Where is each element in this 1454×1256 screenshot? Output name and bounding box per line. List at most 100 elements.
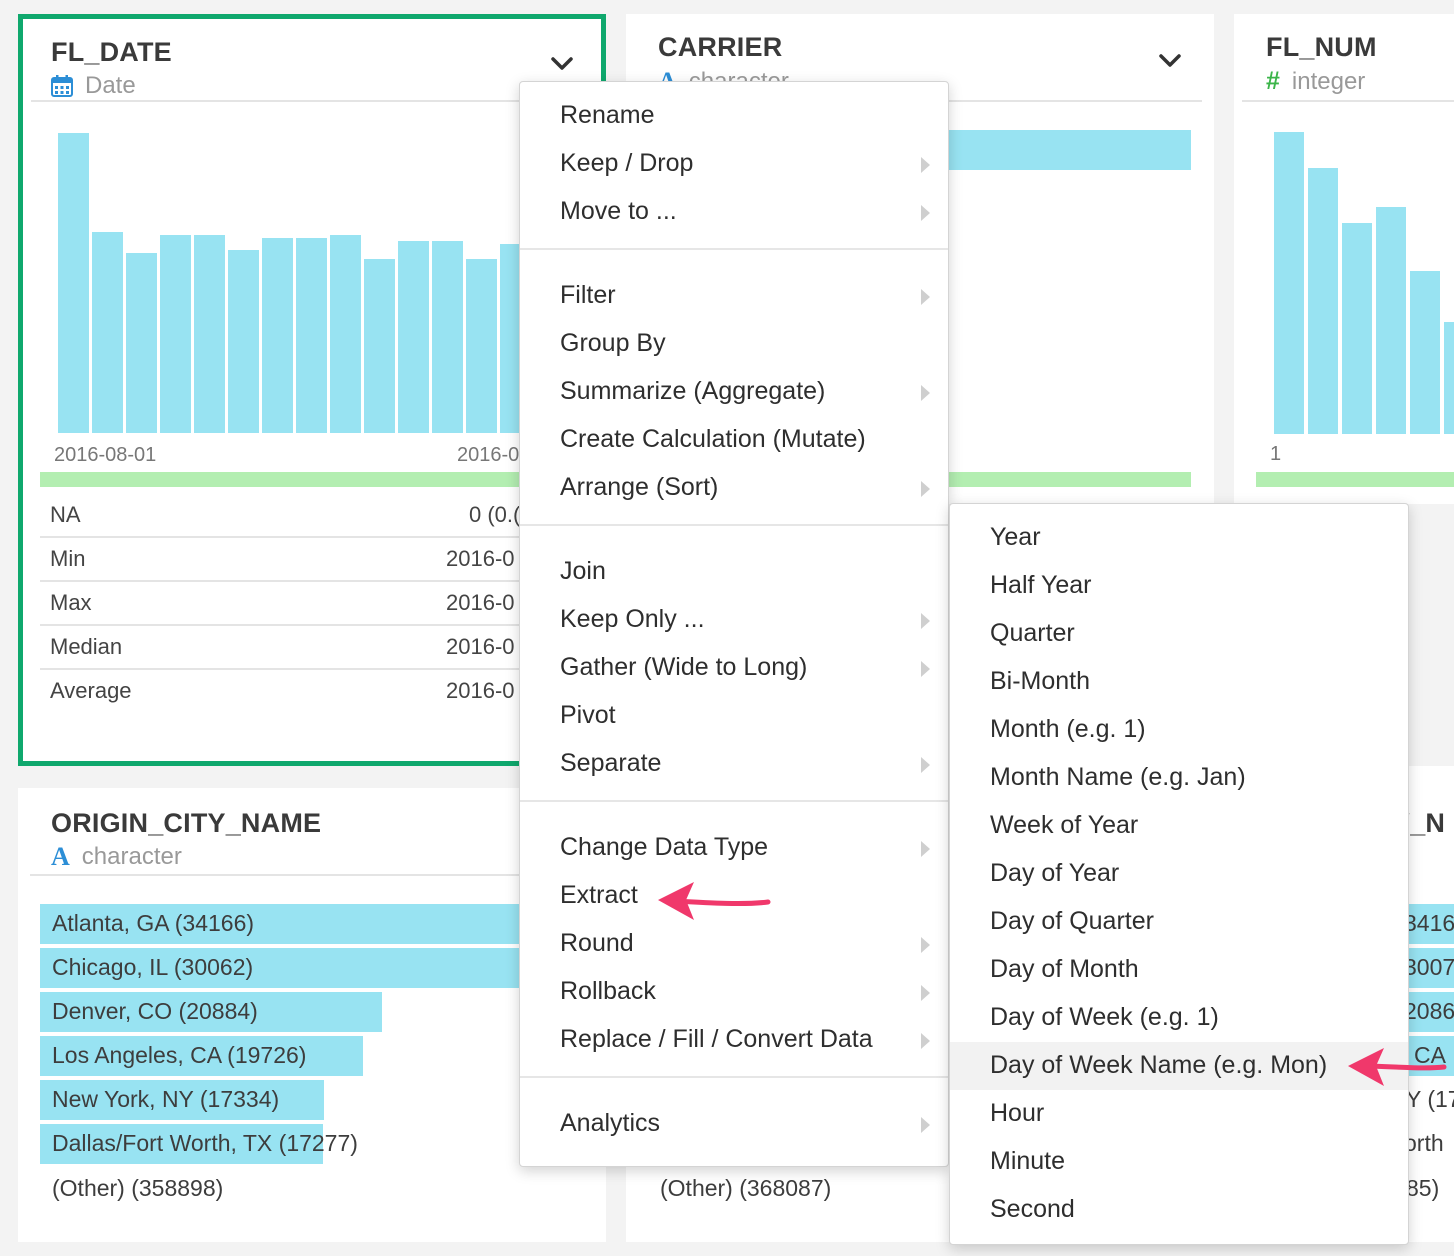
menu-item-label: Pivot xyxy=(560,701,616,729)
menu-separator xyxy=(520,1076,948,1078)
other-count-label: (Other) (368087) xyxy=(660,1175,832,1201)
stat-row: Average 2016-0 xyxy=(40,670,601,714)
extract-item-month-e-g-1[interactable]: Month (e.g. 1) xyxy=(950,706,1408,754)
menu-separator xyxy=(520,248,948,250)
stat-row: Median 2016-0 xyxy=(40,626,601,670)
value-label: Denver, CO (20884) xyxy=(52,998,258,1024)
menu-item-label: Summarize (Aggregate) xyxy=(560,377,826,405)
menu-item-filter[interactable]: Filter xyxy=(520,272,948,320)
submenu-arrow-icon xyxy=(921,205,930,221)
menu-item-analytics[interactable]: Analytics xyxy=(520,1100,948,1148)
stat-value: 2016-0 xyxy=(446,590,515,615)
menu-item-label: Minute xyxy=(990,1147,1066,1175)
menu-item-label: Group By xyxy=(560,329,666,357)
stat-label: Max xyxy=(50,590,92,615)
extract-item-half-year[interactable]: Half Year xyxy=(950,562,1408,610)
menu-item-label: Create Calculation (Mutate) xyxy=(560,425,866,453)
extract-item-minute[interactable]: Minute xyxy=(950,1138,1408,1186)
menu-item-label: Month Name (e.g. Jan) xyxy=(990,763,1246,791)
extract-item-day-of-month[interactable]: Day of Month xyxy=(950,946,1408,994)
menu-item-rollback[interactable]: Rollback xyxy=(520,968,948,1016)
extract-item-month-name-e-g-jan[interactable]: Month Name (e.g. Jan) xyxy=(950,754,1408,802)
extract-item-day-of-year[interactable]: Day of Year xyxy=(950,850,1408,898)
other-count-label: (Other) (358898) xyxy=(52,1175,224,1201)
other-count-label: 85) xyxy=(1406,1175,1440,1201)
chevron-down-icon[interactable] xyxy=(1157,48,1183,74)
menu-item-label: Keep Only ... xyxy=(560,605,705,633)
stat-value: 2016-0 xyxy=(446,634,515,659)
chevron-down-icon[interactable] xyxy=(549,51,575,77)
axis-start-label: 2016-08-01 xyxy=(54,444,157,466)
histogram-bar xyxy=(194,235,225,433)
menu-item-label: Change Data Type xyxy=(560,833,769,861)
na-indicator-bar xyxy=(1256,472,1454,487)
menu-item-rename[interactable]: Rename xyxy=(520,92,948,140)
histogram-bar xyxy=(296,238,327,433)
submenu-arrow-icon xyxy=(921,1033,930,1049)
submenu-arrow-icon xyxy=(921,289,930,305)
menu-item-label: Week of Year xyxy=(990,811,1139,839)
menu-item-label: Day of Week Name (e.g. Mon) xyxy=(990,1051,1328,1079)
annotation-arrow-icon xyxy=(658,882,771,920)
menu-item-move-to[interactable]: Move to ... xyxy=(520,188,948,236)
menu-item-arrange-sort[interactable]: Arrange (Sort) xyxy=(520,464,948,512)
submenu-arrow-icon xyxy=(921,661,930,677)
menu-item-separate[interactable]: Separate xyxy=(520,740,948,788)
submenu-arrow-icon xyxy=(921,985,930,1001)
extract-submenu: Year Half Year Quarter Bi-Month Month (e.g. … xyxy=(949,503,1409,1245)
fl-num-card[interactable]: FL_NUM # integer 1 xyxy=(1234,14,1454,504)
submenu-arrow-icon xyxy=(921,385,930,401)
menu-item-keep-drop[interactable]: Keep / Drop xyxy=(520,140,948,188)
value-label: Y (17 xyxy=(1406,1086,1454,1112)
menu-item-label: Arrange (Sort) xyxy=(560,473,719,501)
character-icon: A xyxy=(51,842,70,871)
extract-item-hour[interactable]: Hour xyxy=(950,1090,1408,1138)
column-type-label: Date xyxy=(85,72,136,99)
extract-item-day-of-week-e-g-1[interactable]: Day of Week (e.g. 1) xyxy=(950,994,1408,1042)
extract-item-bi-month[interactable]: Bi-Month xyxy=(950,658,1408,706)
column-type: Date xyxy=(51,72,136,100)
extract-item-quarter[interactable]: Quarter xyxy=(950,610,1408,658)
menu-item-label: Day of Quarter xyxy=(990,907,1154,935)
menu-item-label: Keep / Drop xyxy=(560,149,694,177)
histogram-bar xyxy=(1274,132,1304,434)
na-indicator-bar xyxy=(40,472,601,487)
menu-item-group-by[interactable]: Group By xyxy=(520,320,948,368)
histogram-bar xyxy=(1376,207,1406,434)
value-label: Dallas/Fort Worth, TX (17277) xyxy=(52,1130,358,1156)
fl-date-card[interactable]: FL_DATE Date 2016-08-01 2016-0 NA 0 (0.(M… xyxy=(18,14,606,766)
menu-item-label: Round xyxy=(560,929,634,957)
menu-item-change-data-type[interactable]: Change Data Type xyxy=(520,824,948,872)
value-label: 3007 xyxy=(1404,954,1454,980)
menu-item-join[interactable]: Join xyxy=(520,548,948,596)
menu-item-gather-wide-to-long[interactable]: Gather (Wide to Long) xyxy=(520,644,948,692)
extract-item-week-of-year[interactable]: Week of Year xyxy=(950,802,1408,850)
stat-label: Median xyxy=(50,634,123,659)
histogram-bar xyxy=(92,232,123,433)
menu-item-label: Month (e.g. 1) xyxy=(990,715,1146,743)
menu-item-summarize-aggregate[interactable]: Summarize (Aggregate) xyxy=(520,368,948,416)
menu-item-replace-fill-convert-data[interactable]: Replace / Fill / Convert Data xyxy=(520,1016,948,1064)
submenu-arrow-icon xyxy=(921,937,930,953)
menu-item-keep-only[interactable]: Keep Only ... xyxy=(520,596,948,644)
menu-item-label: Move to ... xyxy=(560,197,677,225)
column-title: FL_DATE xyxy=(51,37,172,67)
value-label: orth xyxy=(1404,1130,1444,1156)
extract-item-day-of-quarter[interactable]: Day of Quarter xyxy=(950,898,1408,946)
submenu-arrow-icon xyxy=(921,481,930,497)
menu-item-create-calculation-mutate[interactable]: Create Calculation (Mutate) xyxy=(520,416,948,464)
menu-item-pivot[interactable]: Pivot xyxy=(520,692,948,740)
menu-item-label: Analytics xyxy=(560,1109,661,1137)
column-type: # integer xyxy=(1266,67,1365,96)
submenu-arrow-icon xyxy=(921,841,930,857)
histogram-bar xyxy=(432,241,463,433)
menu-item-label: Hour xyxy=(990,1099,1045,1127)
extract-item-year[interactable]: Year xyxy=(950,514,1408,562)
value-label: New York, NY (17334) xyxy=(52,1086,280,1112)
column-type-label: character xyxy=(81,843,182,870)
histogram-bar xyxy=(364,259,395,433)
histogram-bar xyxy=(58,133,89,433)
extract-item-second[interactable]: Second xyxy=(950,1186,1408,1234)
histogram-bar xyxy=(1444,322,1454,434)
origin-city-card[interactable]: ORIGIN_CITY_NAME A character Atlanta, GA… xyxy=(18,788,606,1242)
